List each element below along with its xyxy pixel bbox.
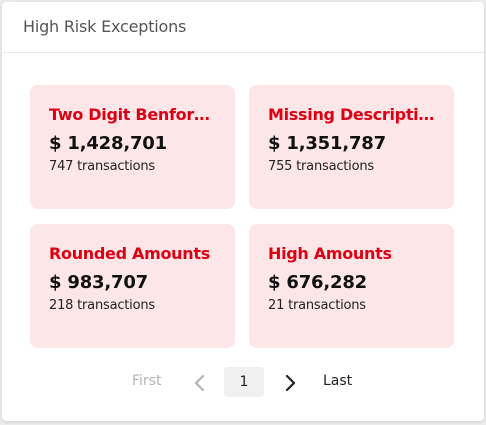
exception-card-high-amounts[interactable]: High Amounts $ 676,282 21 transactions [249, 224, 454, 348]
high-risk-exceptions-panel: High Risk Exceptions Two Digit Benford's… [2, 2, 484, 421]
card-amount: $ 983,707 [49, 272, 148, 293]
card-transaction-count: 747 transactions [49, 159, 155, 174]
exception-card-missing-descriptions[interactable]: Missing Descriptions $ 1,351,787 755 tra… [249, 85, 454, 209]
exception-card-rounded-amounts[interactable]: Rounded Amounts $ 983,707 218 transactio… [30, 224, 235, 348]
card-amount: $ 1,351,787 [268, 133, 386, 154]
chevron-left-icon[interactable] [189, 372, 211, 394]
chevron-right-icon[interactable] [279, 372, 301, 394]
panel-title: High Risk Exceptions [23, 17, 187, 36]
card-transaction-count: 21 transactions [268, 298, 366, 313]
card-amount: $ 676,282 [268, 272, 367, 293]
pagination: First 1 Last [2, 367, 484, 397]
card-amount: $ 1,428,701 [49, 133, 167, 154]
card-title: High Amounts [268, 244, 392, 263]
panel-header: High Risk Exceptions [2, 2, 484, 53]
first-page-button[interactable]: First [132, 373, 161, 389]
card-transaction-count: 755 transactions [268, 159, 374, 174]
exception-card-two-digit-benford[interactable]: Two Digit Benford's Law $ 1,428,701 747 … [30, 85, 235, 209]
last-page-button[interactable]: Last [323, 373, 352, 389]
card-title: Rounded Amounts [49, 244, 210, 263]
current-page-button[interactable]: 1 [224, 367, 264, 397]
card-title: Missing Descriptions [268, 105, 435, 124]
card-title: Two Digit Benford's Law [49, 105, 216, 124]
card-transaction-count: 218 transactions [49, 298, 155, 313]
